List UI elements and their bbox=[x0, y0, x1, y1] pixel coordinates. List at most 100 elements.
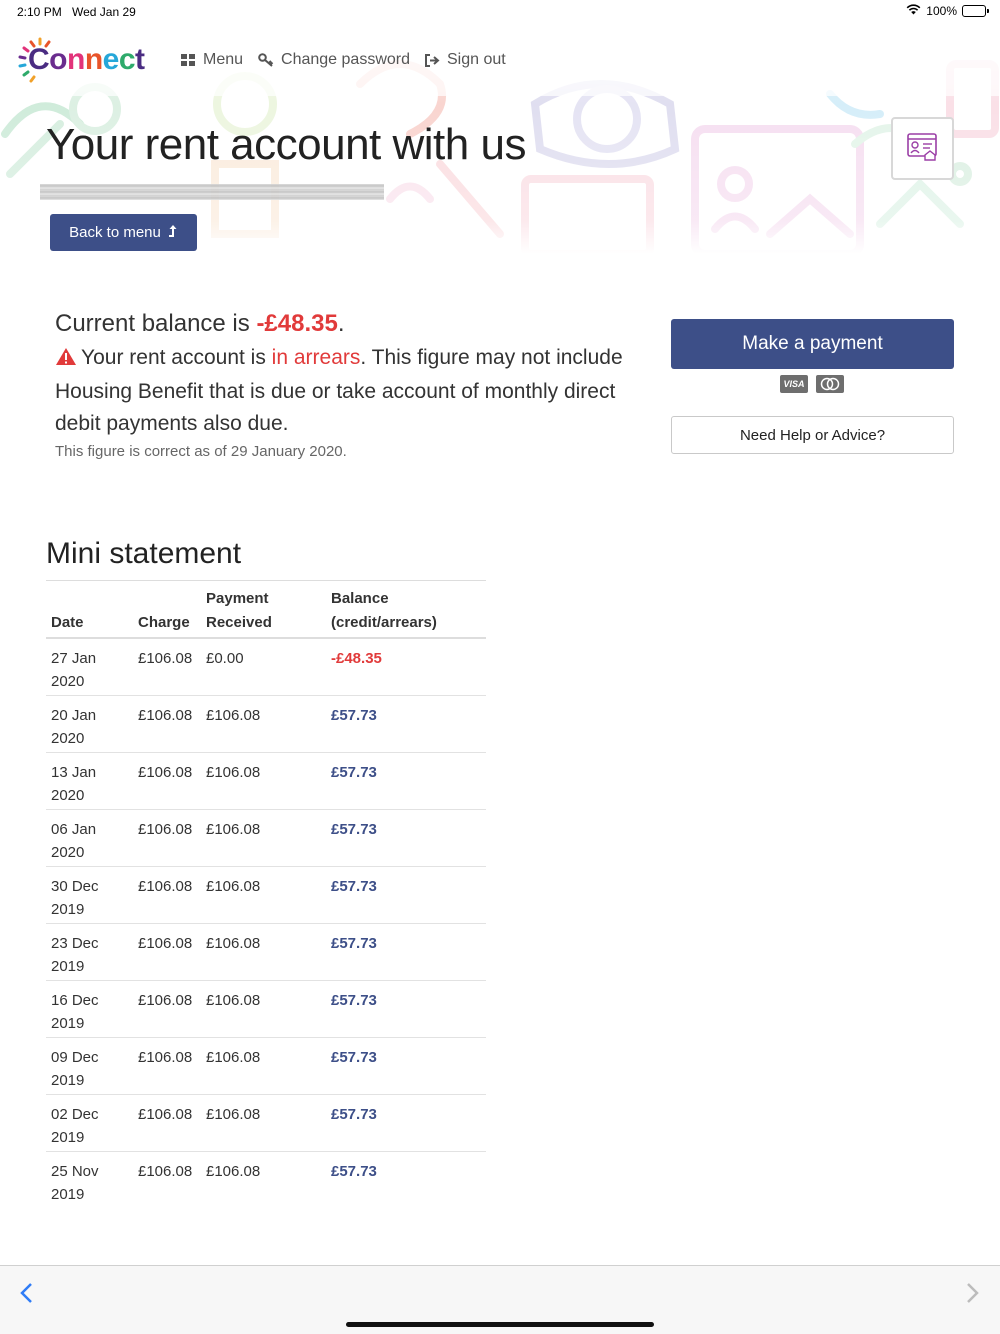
row-payment: £106.08 bbox=[206, 707, 261, 724]
browser-toolbar bbox=[0, 1265, 1000, 1334]
nav-links: Menu Change password Sign out bbox=[181, 51, 521, 69]
current-balance-line: Current balance is -£48.35. bbox=[55, 310, 345, 337]
current-balance-amount: -£48.35 bbox=[256, 310, 338, 337]
table-header: Date Charge Payment Received Balance (cr… bbox=[46, 581, 486, 639]
status-time: 2:10 PM bbox=[17, 5, 62, 19]
table-row: 16 Dec 2019 £106.08 £106.08 £57.73 bbox=[46, 981, 486, 1038]
table-row: 30 Dec 2019 £106.08 £106.08 £57.73 bbox=[46, 867, 486, 924]
status-date: Wed Jan 29 bbox=[72, 5, 136, 19]
header-received: Received bbox=[206, 614, 272, 631]
nav-sign-out-label: Sign out bbox=[447, 51, 506, 68]
accepted-cards: VISA bbox=[780, 375, 844, 393]
row-charge: £106.08 bbox=[138, 1163, 193, 1180]
home-indicator[interactable] bbox=[346, 1322, 654, 1327]
nav-change-password-link[interactable]: Change password bbox=[258, 51, 410, 69]
id-card-icon bbox=[906, 130, 940, 167]
mini-statement-title: Mini statement bbox=[46, 537, 242, 570]
chevron-right-icon[interactable] bbox=[966, 1279, 980, 1311]
row-date: 25 Nov 2019 bbox=[51, 1163, 99, 1203]
table-row: 13 Jan 2020 £106.08 £106.08 £57.73 bbox=[46, 753, 486, 810]
redacted-account-details bbox=[40, 184, 384, 200]
row-payment: £106.08 bbox=[206, 1049, 261, 1066]
table-row: 25 Nov 2019 £106.08 £106.08 £57.73 bbox=[46, 1152, 486, 1209]
row-charge: £106.08 bbox=[138, 878, 193, 895]
table-row: 23 Dec 2019 £106.08 £106.08 £57.73 bbox=[46, 924, 486, 981]
key-icon bbox=[258, 53, 274, 67]
account-card-icon-box bbox=[891, 117, 954, 180]
row-charge: £106.08 bbox=[138, 992, 193, 1009]
row-balance: £57.73 bbox=[331, 1049, 377, 1066]
row-payment: £106.08 bbox=[206, 1106, 261, 1123]
wifi-icon bbox=[906, 4, 921, 18]
status-bar: 2:10 PM Wed Jan 29 100% bbox=[0, 0, 1000, 24]
row-date: 23 Dec 2019 bbox=[51, 935, 99, 975]
arrears-notice: Your rent account is in arrears. This fi… bbox=[55, 344, 623, 435]
row-date: 09 Dec 2019 bbox=[51, 1049, 99, 1089]
row-payment: £106.08 bbox=[206, 992, 261, 1009]
chevron-left-icon[interactable] bbox=[19, 1279, 33, 1311]
page-title: Your rent account with us bbox=[46, 120, 526, 169]
nav-menu-link[interactable]: Menu bbox=[181, 51, 243, 69]
arrears-status: in arrears bbox=[271, 346, 361, 369]
header-balance: Balance bbox=[331, 590, 389, 607]
row-payment: £106.08 bbox=[206, 1163, 261, 1180]
grid-icon bbox=[181, 53, 196, 67]
make-payment-button[interactable]: Make a payment bbox=[671, 319, 954, 369]
nav-sign-out-link[interactable]: Sign out bbox=[425, 51, 506, 69]
row-balance: £57.73 bbox=[331, 764, 377, 781]
row-payment: £106.08 bbox=[206, 821, 261, 838]
row-date: 16 Dec 2019 bbox=[51, 992, 99, 1032]
row-charge: £106.08 bbox=[138, 821, 193, 838]
sign-out-icon bbox=[425, 53, 440, 67]
visa-card-icon: VISA bbox=[780, 375, 808, 393]
back-to-menu-label: Back to menu bbox=[69, 224, 161, 241]
row-charge: £106.08 bbox=[138, 650, 193, 667]
row-date: 30 Dec 2019 bbox=[51, 878, 99, 918]
level-up-icon bbox=[168, 224, 178, 242]
page-header: Connect Menu Change password Sign out Yo… bbox=[0, 24, 1000, 254]
table-row: 20 Jan 2020 £106.08 £106.08 £57.73 bbox=[46, 696, 486, 753]
battery-icon bbox=[962, 5, 989, 17]
row-payment: £106.08 bbox=[206, 935, 261, 952]
back-to-menu-button[interactable]: Back to menu bbox=[50, 214, 197, 251]
table-row: 27 Jan 2020 £106.08 £0.00 -£48.35 bbox=[46, 639, 486, 696]
row-balance: -£48.35 bbox=[331, 650, 382, 667]
warning-triangle-icon bbox=[55, 344, 77, 376]
table-row: 02 Dec 2019 £106.08 £106.08 £57.73 bbox=[46, 1095, 486, 1152]
row-balance: £57.73 bbox=[331, 1163, 377, 1180]
row-payment: £0.00 bbox=[206, 650, 244, 667]
row-charge: £106.08 bbox=[138, 935, 193, 952]
row-charge: £106.08 bbox=[138, 1106, 193, 1123]
battery-percent: 100% bbox=[926, 4, 957, 18]
row-balance: £57.73 bbox=[331, 935, 377, 952]
logo[interactable]: Connect bbox=[28, 43, 145, 77]
row-balance: £57.73 bbox=[331, 878, 377, 895]
table-body: 27 Jan 2020 £106.08 £0.00 -£48.35 20 Jan 2020 £… bbox=[46, 639, 486, 1209]
header-payment: Payment bbox=[206, 590, 269, 607]
row-payment: £106.08 bbox=[206, 878, 261, 895]
table-row: 06 Jan 2020 £106.08 £106.08 £57.73 bbox=[46, 810, 486, 867]
row-date: 27 Jan 2020 bbox=[51, 650, 97, 690]
row-balance: £57.73 bbox=[331, 992, 377, 1009]
row-balance: £57.73 bbox=[331, 821, 377, 838]
row-date: 02 Dec 2019 bbox=[51, 1106, 99, 1146]
balance-date-note: This figure is correct as of 29 January … bbox=[55, 443, 347, 460]
status-right: 100% bbox=[906, 4, 989, 18]
row-balance: £57.73 bbox=[331, 707, 377, 724]
nav-menu-label: Menu bbox=[203, 51, 244, 68]
header-balance-sub: (credit/arrears) bbox=[331, 614, 437, 631]
row-balance: £57.73 bbox=[331, 1106, 377, 1123]
navbar: Connect Menu Change password Sign out bbox=[0, 24, 1000, 96]
mastercard-icon bbox=[816, 375, 844, 393]
row-date: 13 Jan 2020 bbox=[51, 764, 97, 804]
need-help-button[interactable]: Need Help or Advice? bbox=[671, 416, 954, 454]
nav-change-password-label: Change password bbox=[281, 51, 410, 68]
balance-summary: Current balance is -£48.35. Your rent ac… bbox=[55, 310, 635, 460]
row-charge: £106.08 bbox=[138, 707, 193, 724]
table-row: 09 Dec 2019 £106.08 £106.08 £57.73 bbox=[46, 1038, 486, 1095]
mini-statement-table: Date Charge Payment Received Balance (cr… bbox=[46, 580, 486, 1209]
row-payment: £106.08 bbox=[206, 764, 261, 781]
row-date: 20 Jan 2020 bbox=[51, 707, 97, 747]
row-charge: £106.08 bbox=[138, 764, 193, 781]
row-date: 06 Jan 2020 bbox=[51, 821, 97, 861]
